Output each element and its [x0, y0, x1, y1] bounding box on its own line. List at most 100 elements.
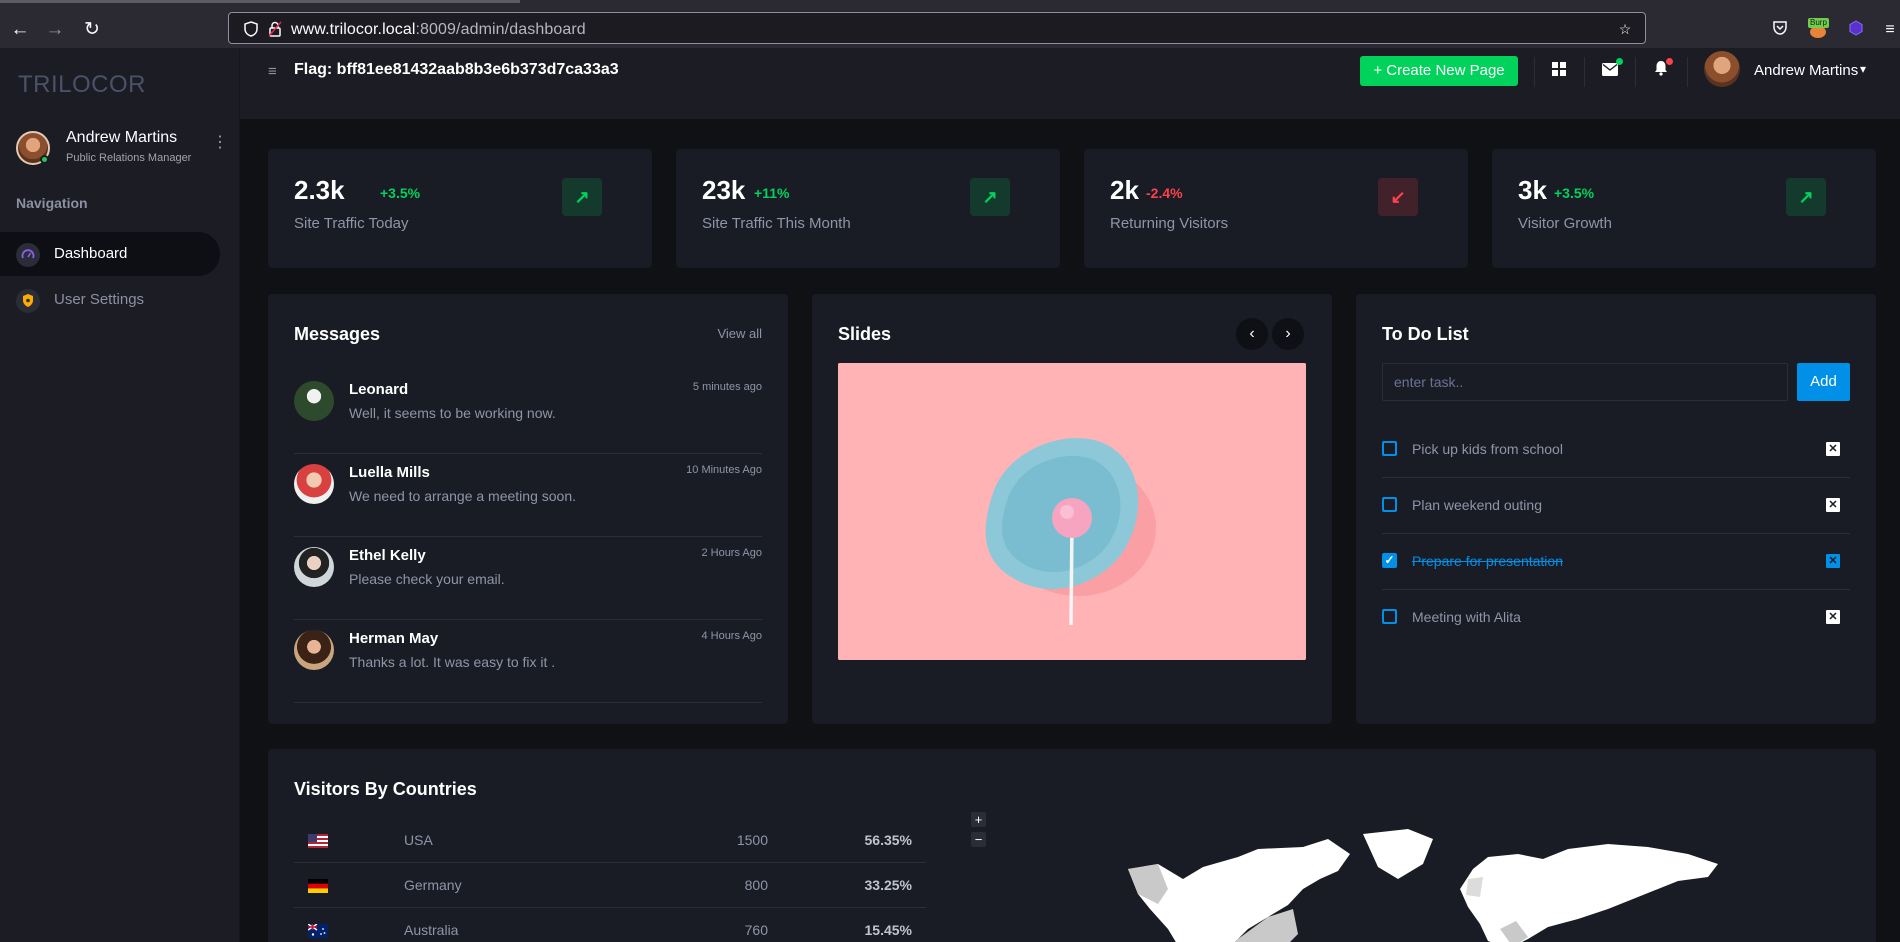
remove-task-icon[interactable]: ✕ — [1826, 554, 1840, 568]
speedometer-icon — [16, 243, 40, 267]
arrow-bottom-left-icon: ↙ — [1378, 178, 1418, 216]
top-navbar: ≡ Flag: bff81ee81432aab8b3e6b373d7ca33a3… — [240, 49, 1900, 119]
map-zoom-in-button[interactable]: + — [971, 812, 986, 827]
security-shield-icon — [16, 289, 40, 313]
more-vertical-icon[interactable]: ⋮ — [212, 135, 228, 151]
url-path: :8009/admin/dashboard — [415, 21, 586, 38]
country-count: 800 — [744, 877, 768, 893]
message-avatar — [294, 547, 334, 587]
message-avatar — [294, 381, 334, 421]
shield-icon[interactable] — [243, 21, 259, 37]
sidebar-item-label: Dashboard — [54, 245, 128, 262]
add-task-button[interactable]: Add — [1797, 363, 1850, 401]
grid-icon[interactable] — [1546, 59, 1572, 85]
todo-checkbox[interactable] — [1382, 609, 1397, 624]
menu-icon[interactable]: ≡ — [1880, 20, 1900, 40]
stat-card: 2.3k +3.5% Site Traffic Today ↗ — [268, 149, 652, 268]
forward-arrow-icon[interactable]: → — [45, 20, 65, 40]
stat-change: +3.5% — [380, 185, 421, 201]
remove-task-icon[interactable]: ✕ — [1826, 610, 1840, 624]
main-content: 2.3k +3.5% Site Traffic Today ↗ 23k +11%… — [240, 119, 1900, 942]
todo-item: ✓ Prepare for presentation ✕ — [1382, 534, 1850, 590]
todo-title: To Do List — [1382, 324, 1469, 344]
bookmark-star-icon[interactable]: ☆ — [1617, 21, 1633, 37]
arrow-top-right-icon: ↗ — [562, 178, 602, 216]
message-preview: Well, it seems to be working now. — [349, 405, 556, 421]
stat-label: Site Traffic This Month — [702, 215, 851, 232]
burp-extension-icon[interactable]: Burp — [1808, 18, 1829, 40]
message-preview: We need to arrange a meeting soon. — [349, 488, 577, 504]
view-all-link[interactable]: View all — [717, 326, 762, 341]
message-avatar — [294, 630, 334, 670]
country-name: Germany — [404, 877, 462, 893]
message-sender: Herman May — [349, 630, 439, 647]
navbar-user-name[interactable]: Andrew Martins — [1754, 62, 1858, 79]
back-arrow-icon[interactable]: ← — [10, 20, 30, 40]
extension-cube-icon[interactable] — [1846, 20, 1866, 40]
country-count: 1500 — [736, 832, 768, 848]
url-host: www.trilocor.local — [291, 21, 416, 38]
lock-insecure-icon[interactable] — [267, 21, 283, 37]
remove-task-icon[interactable]: ✕ — [1826, 442, 1840, 456]
chevron-right-icon[interactable]: › — [1272, 318, 1304, 350]
bell-notification-dot — [1666, 58, 1673, 65]
stat-label: Returning Visitors — [1110, 215, 1229, 232]
us-flag-icon — [308, 834, 328, 848]
visitors-title: Visitors By Countries — [294, 779, 477, 799]
message-sender: Ethel Kelly — [349, 547, 426, 564]
message-item[interactable]: Ethel Kelly Please check your email. 2 H… — [294, 537, 762, 620]
profile-role: Public Relations Manager — [66, 152, 192, 164]
message-sender: Leonard — [349, 381, 409, 398]
sidebar: TRILOCOR Andrew Martins Public Relations… — [0, 49, 240, 942]
nav-heading: Navigation — [16, 195, 88, 211]
sidebar-item-dashboard[interactable]: Dashboard — [0, 232, 220, 276]
messages-title: Messages — [294, 324, 381, 344]
stat-value: 2k — [1110, 175, 1139, 205]
todo-checkbox[interactable] — [1382, 441, 1397, 456]
todo-input[interactable]: enter task.. — [1382, 363, 1788, 401]
stat-card: 3k +3.5% Visitor Growth ↗ — [1492, 149, 1876, 268]
todo-checkbox-checked[interactable]: ✓ — [1382, 553, 1397, 568]
sidebar-item-label: User Settings — [54, 291, 145, 308]
profile-name: Andrew Martins — [66, 129, 178, 146]
map-zoom-out-button[interactable]: − — [971, 832, 986, 847]
chevron-down-icon[interactable]: ▾ — [1860, 62, 1866, 76]
pocket-icon[interactable] — [1770, 20, 1790, 40]
au-flag-icon — [307, 923, 328, 938]
message-time: 4 Hours Ago — [701, 630, 762, 642]
country-percent: 15.45% — [864, 922, 912, 938]
message-item[interactable]: Leonard Well, it seems to be working now… — [294, 371, 762, 454]
online-status-dot — [40, 155, 49, 164]
brand-logo[interactable]: TRILOCOR — [18, 71, 146, 99]
browser-toolbar: ← → ↻ www.trilocor.local:8009/admin/dash… — [0, 7, 1900, 49]
url-bar[interactable]: www.trilocor.local:8009/admin/dashboard … — [228, 12, 1646, 44]
sidebar-item-user-settings[interactable]: User Settings — [0, 278, 220, 322]
message-avatar — [294, 464, 334, 504]
stat-value: 2.3k — [294, 175, 345, 205]
country-percent: 56.35% — [864, 832, 912, 848]
remove-task-icon[interactable]: ✕ — [1826, 498, 1840, 512]
burp-badge: Burp — [1808, 18, 1829, 28]
stat-change: +3.5% — [1554, 185, 1595, 201]
messages-card: Messages View all Leonard Well, it seems… — [268, 294, 788, 724]
message-time: 10 Minutes Ago — [686, 464, 762, 476]
message-item[interactable]: Luella Mills We need to arrange a meetin… — [294, 454, 762, 537]
message-item[interactable]: Herman May Thanks a lot. It was easy to … — [294, 620, 762, 703]
todo-text: Prepare for presentation — [1412, 553, 1563, 569]
hamburger-menu-icon[interactable]: ≡ — [268, 63, 277, 80]
country-percent: 33.25% — [864, 877, 912, 893]
todo-text: Meeting with Alita — [1412, 609, 1521, 625]
stat-card: 23k +11% Site Traffic This Month ↗ — [676, 149, 1060, 268]
reload-icon[interactable]: ↻ — [82, 20, 102, 40]
navbar-avatar[interactable] — [1704, 51, 1740, 87]
chevron-left-icon[interactable]: ‹ — [1236, 318, 1268, 350]
url-text: www.trilocor.local:8009/admin/dashboard — [291, 21, 586, 39]
world-map[interactable] — [1088, 809, 1738, 942]
stat-label: Site Traffic Today — [294, 215, 409, 232]
create-new-page-button[interactable]: + Create New Page — [1360, 56, 1518, 86]
stat-change: +11% — [754, 185, 790, 201]
navbar-divider — [1687, 57, 1688, 87]
todo-checkbox[interactable] — [1382, 497, 1397, 512]
stat-value: 3k — [1518, 175, 1547, 205]
country-name: Australia — [404, 922, 459, 938]
